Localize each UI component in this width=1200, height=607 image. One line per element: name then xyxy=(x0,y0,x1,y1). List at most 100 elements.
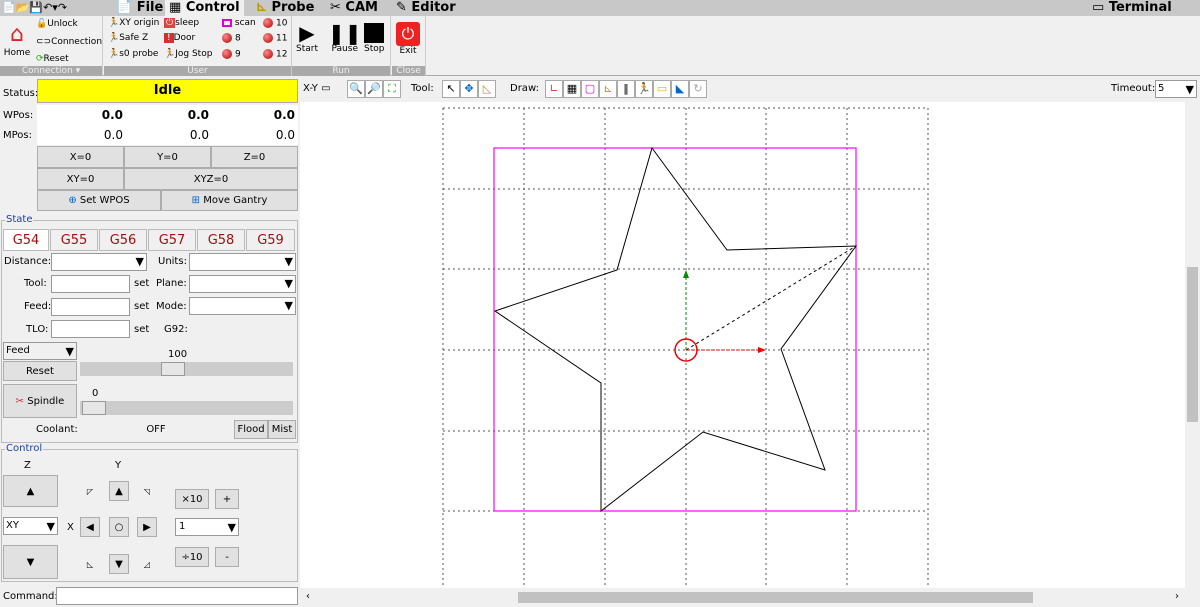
distance-select[interactable] xyxy=(51,253,147,271)
tab-g55[interactable]: G55 xyxy=(50,229,98,251)
tool-set-button[interactable]: set xyxy=(134,278,149,289)
user-safe-z[interactable]: 🏃Safe Z xyxy=(108,33,148,43)
tab-g57[interactable]: G57 xyxy=(148,229,196,251)
quick-access-icons[interactable]: 📄📂💾↶▾↷ xyxy=(2,1,67,14)
stop-button[interactable]: Stop xyxy=(364,22,384,54)
user-scan[interactable]: scan xyxy=(222,18,256,28)
feed-set-button[interactable]: set xyxy=(134,301,149,312)
vertical-scrollbar[interactable] xyxy=(1185,102,1200,588)
tab-probe[interactable]: ⊾ Probe xyxy=(252,0,318,16)
jog-up-left-button[interactable]: ◸ xyxy=(80,481,100,501)
slider-thumb[interactable] xyxy=(161,362,185,376)
jog-y-up-button[interactable]: ▲ xyxy=(109,481,129,501)
tab-cam[interactable]: ✂ CAM xyxy=(326,0,382,16)
zero-x-button[interactable]: X=0 xyxy=(37,146,124,168)
step-x10-button[interactable]: ×10 xyxy=(175,489,209,509)
tlo-input[interactable] xyxy=(51,320,130,338)
scroll-thumb[interactable] xyxy=(518,592,1033,603)
unlock-button[interactable]: 🔓Unlock xyxy=(36,19,78,29)
axes-icon[interactable]: ∟ xyxy=(545,80,563,98)
user-10[interactable]: 10 xyxy=(263,18,287,29)
user-xy-origin[interactable]: 🏃XY origin xyxy=(108,18,159,28)
home-button[interactable]: ⌂ Home xyxy=(2,22,32,58)
exit-button[interactable]: ⏻ Exit xyxy=(396,22,420,56)
user-s0-probe[interactable]: 🏃s0 probe xyxy=(108,49,158,59)
jog-down-left-button[interactable]: ◺ xyxy=(80,554,100,574)
set-wpos-button[interactable]: ⊕ Set WPOS xyxy=(37,190,161,211)
override-select[interactable]: Feed xyxy=(3,342,77,360)
start-button[interactable]: ▶ Start xyxy=(296,22,318,54)
group-label[interactable]: Connection ▾ xyxy=(0,66,102,76)
override-reset-button[interactable]: Reset xyxy=(3,361,77,381)
scroll-left-icon[interactable]: ‹ xyxy=(306,591,310,602)
coolant-off-button[interactable]: OFF xyxy=(79,420,233,439)
spindle-button[interactable]: ✂ Spindle xyxy=(3,384,77,418)
select-pointer-icon[interactable]: ↖ xyxy=(442,80,460,98)
zero-y-button[interactable]: Y=0 xyxy=(124,146,211,168)
zoom-fit-icon[interactable]: ⛶ xyxy=(383,80,401,98)
units-select[interactable] xyxy=(189,253,296,271)
command-input[interactable] xyxy=(56,587,298,605)
user-12[interactable]: 12 xyxy=(263,49,287,60)
tlo-set-button[interactable]: set xyxy=(134,324,149,335)
feed-input[interactable] xyxy=(51,298,130,316)
rapid-icon[interactable]: 🏃 xyxy=(635,80,653,98)
user-door[interactable]: ! Door xyxy=(164,33,195,43)
tab-control[interactable]: ▦ Control xyxy=(165,0,244,16)
reset-button[interactable]: ⟳Reset xyxy=(36,54,69,64)
toolpath-icon[interactable]: ‖ xyxy=(617,80,635,98)
tab-terminal[interactable]: ▭ Terminal xyxy=(1088,0,1176,16)
plane-jog-select[interactable]: XY xyxy=(3,517,58,535)
tab-g58[interactable]: G58 xyxy=(197,229,245,251)
jog-y-down-button[interactable]: ▼ xyxy=(109,554,129,574)
tab-file[interactable]: 📄 File xyxy=(112,0,167,16)
tab-g54[interactable]: G54 xyxy=(3,229,49,251)
scroll-right-icon[interactable]: › xyxy=(1175,591,1179,602)
user-8[interactable]: 8 xyxy=(222,33,241,44)
probe-icon[interactable]: ▭ xyxy=(653,80,671,98)
step-minus-button[interactable]: - xyxy=(215,547,239,567)
flood-button[interactable]: Flood xyxy=(234,420,268,439)
mist-button[interactable]: Mist xyxy=(268,420,296,439)
workarea-icon[interactable]: ⊾ xyxy=(599,80,617,98)
step-plus-button[interactable]: + xyxy=(215,489,239,509)
jog-z-down-button[interactable]: ▼ xyxy=(3,545,58,579)
step-select[interactable]: 1 xyxy=(175,518,239,536)
tab-editor[interactable]: ✎ Editor xyxy=(392,0,460,16)
user-jog-stop[interactable]: 🏃Jog Stop xyxy=(164,49,212,59)
tab-g59[interactable]: G59 xyxy=(246,229,295,251)
user-sleep[interactable]: ⏻ sleep xyxy=(164,18,199,28)
scroll-thumb[interactable] xyxy=(1187,267,1198,422)
plane-select[interactable] xyxy=(189,275,296,293)
jog-x-left-button[interactable]: ◀ xyxy=(80,517,100,537)
zoom-in-icon[interactable]: 🔍 xyxy=(347,80,365,98)
jog-home-button[interactable]: ○ xyxy=(109,517,129,537)
tool-input[interactable] xyxy=(51,275,130,293)
user-9[interactable]: 9 xyxy=(222,49,241,60)
view-select[interactable]: X-Y ▭ xyxy=(303,83,331,94)
jog-down-right-button[interactable]: ◿ xyxy=(137,554,157,574)
redraw-icon[interactable]: ↻ xyxy=(689,80,707,98)
gcode-canvas[interactable] xyxy=(300,102,1185,588)
user-11[interactable]: 11 xyxy=(263,33,287,44)
zero-z-button[interactable]: Z=0 xyxy=(211,146,298,168)
zero-xyz-button[interactable]: XYZ=0 xyxy=(124,168,298,190)
zero-xy-button[interactable]: XY=0 xyxy=(37,168,124,190)
grid-icon[interactable]: ▦ xyxy=(563,80,581,98)
feed-override-slider[interactable] xyxy=(80,362,293,376)
tab-g56[interactable]: G56 xyxy=(99,229,147,251)
move-icon[interactable]: ✥ xyxy=(460,80,478,98)
jog-x-right-button[interactable]: ▶ xyxy=(137,517,157,537)
step-div10-button[interactable]: ÷10 xyxy=(175,547,209,567)
timeout-select[interactable]: 5 xyxy=(1155,80,1197,98)
ruler-icon[interactable]: ◺ xyxy=(478,80,496,98)
jog-z-up-button[interactable]: ▲ xyxy=(3,475,58,507)
camera-icon[interactable]: ◣ xyxy=(671,80,689,98)
connection-button[interactable]: ⊂⊃Connection xyxy=(36,37,102,47)
spindle-slider[interactable] xyxy=(80,401,293,415)
pause-button[interactable]: ❚❚ Pause xyxy=(328,22,362,54)
horizontal-scrollbar[interactable]: ‹ › xyxy=(300,588,1200,607)
slider-thumb[interactable] xyxy=(82,401,106,415)
zoom-out-icon[interactable]: 🔎 xyxy=(365,80,383,98)
jog-up-right-button[interactable]: ◹ xyxy=(137,481,157,501)
